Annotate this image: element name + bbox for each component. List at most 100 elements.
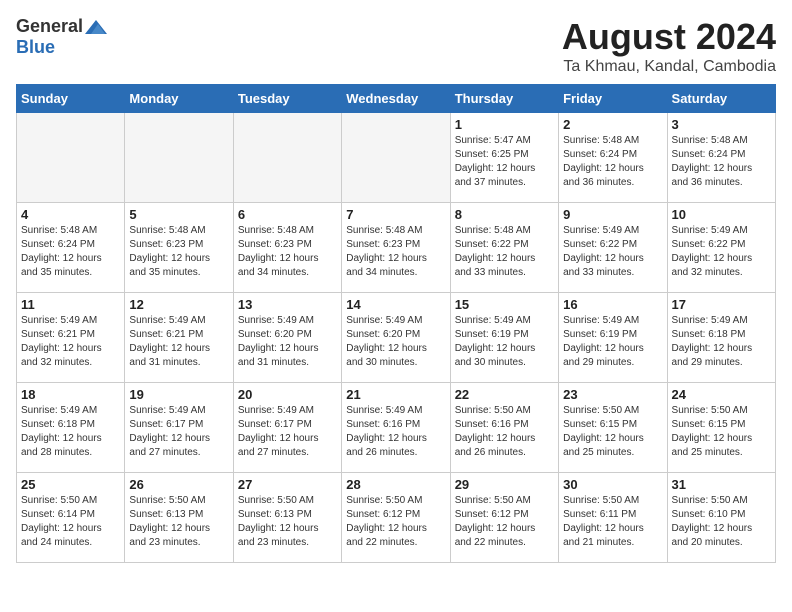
week-row-5: 25 Sunrise: 5:50 AMSunset: 6:14 PMDayligh… <box>17 473 776 563</box>
cell-info: Sunrise: 5:49 AMSunset: 6:19 PMDaylight:… <box>563 314 662 370</box>
day-number: 31 <box>672 477 771 492</box>
cell-info: Sunrise: 5:50 AMSunset: 6:11 PMDaylight:… <box>563 494 662 550</box>
day-cell: 28 Sunrise: 5:50 AMSunset: 6:12 PMDayligh… <box>342 473 450 563</box>
day-cell: 2 Sunrise: 5:48 AMSunset: 6:24 PMDaylight… <box>559 113 667 203</box>
day-number: 14 <box>346 297 445 312</box>
cell-info: Sunrise: 5:49 AMSunset: 6:20 PMDaylight:… <box>238 314 337 370</box>
day-cell: 26 Sunrise: 5:50 AMSunset: 6:13 PMDayligh… <box>125 473 233 563</box>
day-cell: 24 Sunrise: 5:50 AMSunset: 6:15 PMDayligh… <box>667 383 775 473</box>
day-number: 2 <box>563 117 662 132</box>
day-number: 28 <box>346 477 445 492</box>
cell-info: Sunrise: 5:49 AMSunset: 6:20 PMDaylight:… <box>346 314 445 370</box>
cell-info: Sunrise: 5:50 AMSunset: 6:12 PMDaylight:… <box>455 494 554 550</box>
header: General Blue August 2024 Ta Khmau, Kanda… <box>16 16 776 76</box>
day-cell: 20Sunrise: 5:49 AMSunset: 6:17 PMDayligh… <box>233 383 341 473</box>
day-cell: 27 Sunrise: 5:50 AMSunset: 6:13 PMDayligh… <box>233 473 341 563</box>
day-cell: 5 Sunrise: 5:48 AMSunset: 6:23 PMDaylight… <box>125 203 233 293</box>
day-number: 21 <box>346 387 445 402</box>
cell-info: Sunrise: 5:49 AMSunset: 6:18 PMDaylight:… <box>21 404 120 460</box>
day-cell <box>342 113 450 203</box>
cell-info: Sunrise: 5:49 AMSunset: 6:18 PMDaylight:… <box>672 314 771 370</box>
cell-info: Sunrise: 5:50 AMSunset: 6:12 PMDaylight:… <box>346 494 445 550</box>
day-number: 5 <box>129 207 228 222</box>
day-cell <box>17 113 125 203</box>
weekday-header-sunday: Sunday <box>17 85 125 113</box>
day-cell: 18 Sunrise: 5:49 AMSunset: 6:18 PMDayligh… <box>17 383 125 473</box>
day-cell: 31 Sunrise: 5:50 AMSunset: 6:10 PMDayligh… <box>667 473 775 563</box>
weekday-header-thursday: Thursday <box>450 85 558 113</box>
day-number: 24 <box>672 387 771 402</box>
day-number: 26 <box>129 477 228 492</box>
weekday-header-tuesday: Tuesday <box>233 85 341 113</box>
day-cell: 7Sunrise: 5:48 AMSunset: 6:23 PMDaylight… <box>342 203 450 293</box>
day-number: 1 <box>455 117 554 132</box>
day-cell <box>125 113 233 203</box>
logo-blue-text: Blue <box>16 37 55 58</box>
day-cell: 8Sunrise: 5:48 AMSunset: 6:22 PMDaylight… <box>450 203 558 293</box>
cell-info: Sunrise: 5:50 AMSunset: 6:16 PMDaylight:… <box>455 404 554 460</box>
cell-info: Sunrise: 5:49 AMSunset: 6:21 PMDaylight:… <box>21 314 120 370</box>
day-number: 19 <box>129 387 228 402</box>
cell-info: Sunrise: 5:49 AMSunset: 6:21 PMDaylight:… <box>129 314 228 370</box>
cell-info: Sunrise: 5:49 AMSunset: 6:17 PMDaylight:… <box>238 404 337 460</box>
day-cell: 22 Sunrise: 5:50 AMSunset: 6:16 PMDayligh… <box>450 383 558 473</box>
header-row: SundayMondayTuesdayWednesdayThursdayFrid… <box>17 85 776 113</box>
day-cell: 4Sunrise: 5:48 AMSunset: 6:24 PMDaylight… <box>17 203 125 293</box>
week-row-3: 11 Sunrise: 5:49 AMSunset: 6:21 PMDayligh… <box>17 293 776 383</box>
cell-info: Sunrise: 5:49 AMSunset: 6:17 PMDaylight:… <box>129 404 228 460</box>
cell-info: Sunrise: 5:48 AMSunset: 6:24 PMDaylight:… <box>563 134 662 190</box>
day-number: 11 <box>21 297 120 312</box>
cell-info: Sunrise: 5:48 AMSunset: 6:24 PMDaylight:… <box>672 134 771 190</box>
cell-info: Sunrise: 5:49 AMSunset: 6:16 PMDaylight:… <box>346 404 445 460</box>
day-number: 16 <box>563 297 662 312</box>
cell-info: Sunrise: 5:47 AMSunset: 6:25 PMDaylight:… <box>455 134 554 190</box>
cell-info: Sunrise: 5:50 AMSunset: 6:13 PMDaylight:… <box>129 494 228 550</box>
day-number: 8 <box>455 207 554 222</box>
day-number: 29 <box>455 477 554 492</box>
day-number: 6 <box>238 207 337 222</box>
day-cell <box>233 113 341 203</box>
weekday-header-saturday: Saturday <box>667 85 775 113</box>
day-number: 9 <box>563 207 662 222</box>
cell-info: Sunrise: 5:50 AMSunset: 6:13 PMDaylight:… <box>238 494 337 550</box>
day-cell: 19 Sunrise: 5:49 AMSunset: 6:17 PMDayligh… <box>125 383 233 473</box>
day-number: 13 <box>238 297 337 312</box>
title-area: August 2024 Ta Khmau, Kandal, Cambodia <box>562 16 776 76</box>
day-number: 12 <box>129 297 228 312</box>
week-row-4: 18 Sunrise: 5:49 AMSunset: 6:18 PMDayligh… <box>17 383 776 473</box>
day-cell: 15 Sunrise: 5:49 AMSunset: 6:19 PMDayligh… <box>450 293 558 383</box>
cell-info: Sunrise: 5:48 AMSunset: 6:23 PMDaylight:… <box>129 224 228 280</box>
day-cell: 6Sunrise: 5:48 AMSunset: 6:23 PMDaylight… <box>233 203 341 293</box>
day-number: 7 <box>346 207 445 222</box>
day-number: 30 <box>563 477 662 492</box>
cell-info: Sunrise: 5:50 AMSunset: 6:14 PMDaylight:… <box>21 494 120 550</box>
day-cell: 1 Sunrise: 5:47 AMSunset: 6:25 PMDaylight… <box>450 113 558 203</box>
day-number: 23 <box>563 387 662 402</box>
location-title: Ta Khmau, Kandal, Cambodia <box>562 58 776 76</box>
day-number: 15 <box>455 297 554 312</box>
cell-info: Sunrise: 5:49 AMSunset: 6:19 PMDaylight:… <box>455 314 554 370</box>
logo-general-text: General <box>16 16 83 37</box>
day-cell: 17 Sunrise: 5:49 AMSunset: 6:18 PMDayligh… <box>667 293 775 383</box>
cell-info: Sunrise: 5:50 AMSunset: 6:15 PMDaylight:… <box>672 404 771 460</box>
day-cell: 23Sunrise: 5:50 AMSunset: 6:15 PMDayligh… <box>559 383 667 473</box>
cell-info: Sunrise: 5:50 AMSunset: 6:10 PMDaylight:… <box>672 494 771 550</box>
month-title: August 2024 <box>562 16 776 58</box>
day-number: 18 <box>21 387 120 402</box>
day-number: 27 <box>238 477 337 492</box>
cell-info: Sunrise: 5:49 AMSunset: 6:22 PMDaylight:… <box>563 224 662 280</box>
cell-info: Sunrise: 5:49 AMSunset: 6:22 PMDaylight:… <box>672 224 771 280</box>
day-cell: 14 Sunrise: 5:49 AMSunset: 6:20 PMDayligh… <box>342 293 450 383</box>
day-number: 22 <box>455 387 554 402</box>
day-cell: 13 Sunrise: 5:49 AMSunset: 6:20 PMDayligh… <box>233 293 341 383</box>
day-cell: 30 Sunrise: 5:50 AMSunset: 6:11 PMDayligh… <box>559 473 667 563</box>
cell-info: Sunrise: 5:48 AMSunset: 6:24 PMDaylight:… <box>21 224 120 280</box>
day-cell: 12 Sunrise: 5:49 AMSunset: 6:21 PMDayligh… <box>125 293 233 383</box>
day-cell: 25 Sunrise: 5:50 AMSunset: 6:14 PMDayligh… <box>17 473 125 563</box>
day-cell: 16 Sunrise: 5:49 AMSunset: 6:19 PMDayligh… <box>559 293 667 383</box>
day-number: 17 <box>672 297 771 312</box>
day-number: 25 <box>21 477 120 492</box>
day-cell: 21 Sunrise: 5:49 AMSunset: 6:16 PMDayligh… <box>342 383 450 473</box>
weekday-header-wednesday: Wednesday <box>342 85 450 113</box>
day-cell: 9 Sunrise: 5:49 AMSunset: 6:22 PMDaylight… <box>559 203 667 293</box>
